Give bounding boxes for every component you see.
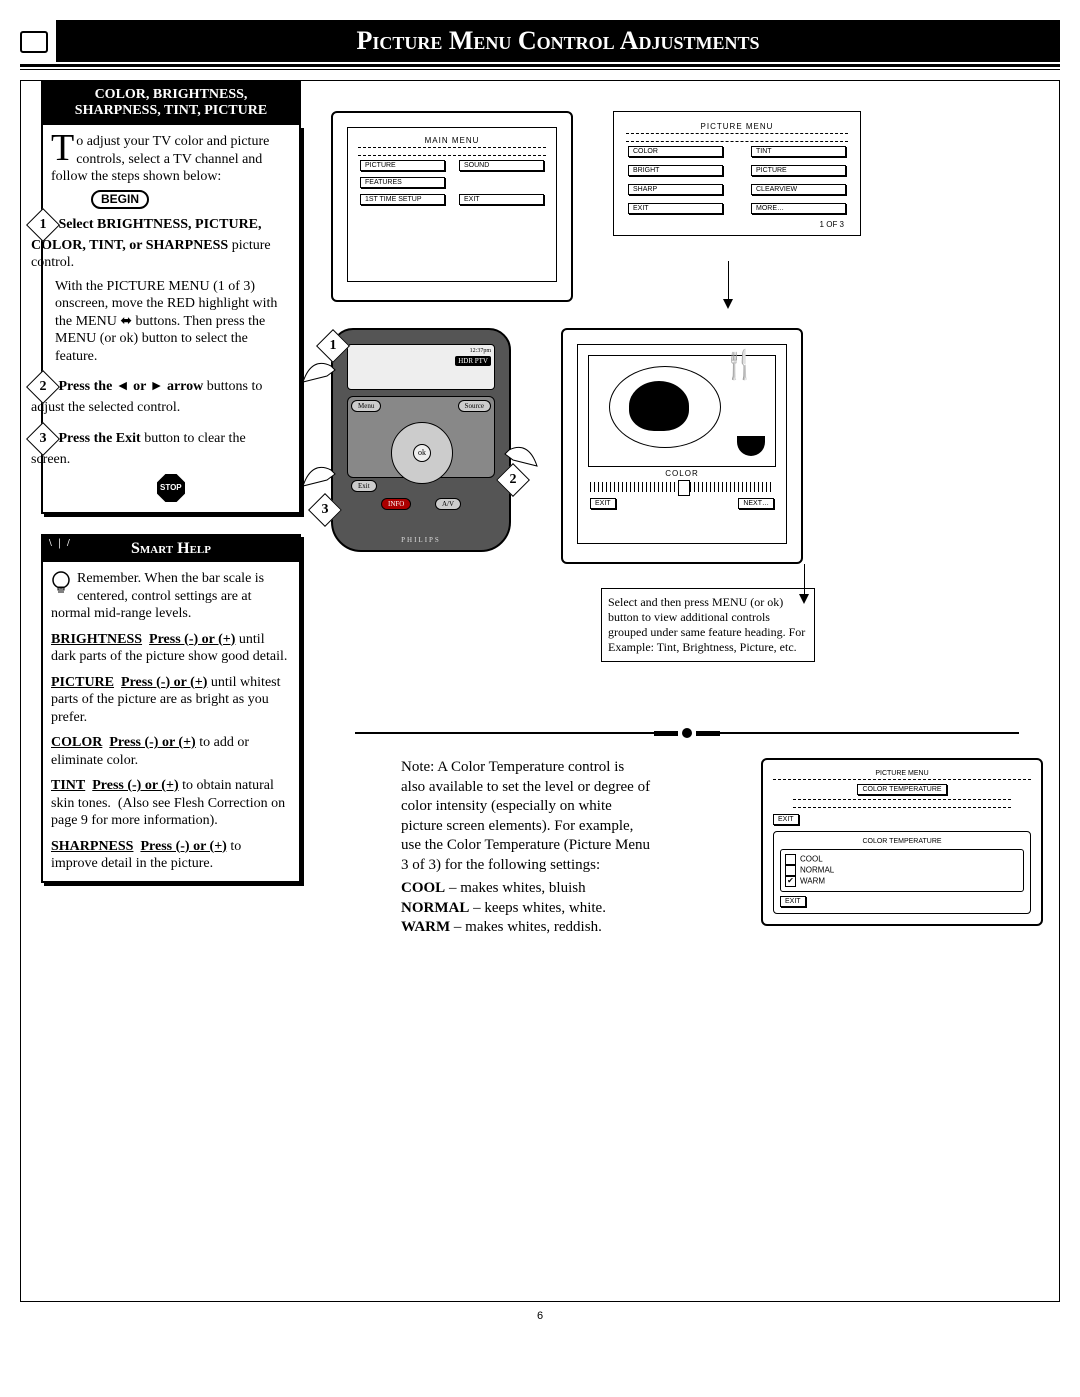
smart-help-title: Smart Help — [131, 540, 211, 557]
remote-source-button[interactable]: Source — [458, 400, 491, 412]
pm-tint: TINT — [751, 146, 846, 157]
callout-box: Select and then press MENU (or ok) butto… — [601, 588, 815, 662]
step-marker-2: 2 — [26, 370, 60, 404]
temp-item: COLOR TEMPERATURE — [857, 784, 946, 795]
pm-sharp: SHARP — [628, 184, 723, 195]
rule-thin — [20, 69, 1060, 70]
main-menu-sound: SOUND — [459, 160, 544, 171]
step-marker-3: 3 — [26, 422, 60, 456]
rule-thick — [20, 64, 1060, 67]
step-3: 3 Press the Exit button to clear the scr… — [31, 427, 271, 469]
temp-submenu-label: COLOR TEMPERATURE — [780, 838, 1024, 845]
opt-warm: ✔WARM — [785, 876, 1019, 887]
smart-help-intro: Remember. When the bar scale is centered… — [51, 571, 264, 621]
tv-main-menu: MAIN MENU PICTURE SOUND FEATURES 1ST TIM… — [331, 111, 573, 302]
remote-info-button[interactable]: INFO — [381, 498, 411, 510]
opt-normal: NORMAL — [785, 865, 1019, 876]
main-menu-label: MAIN MENU — [354, 136, 550, 145]
hand-icon — [301, 458, 341, 488]
picture-menu-label: PICTURE MENU — [622, 122, 852, 131]
main-menu-setup: 1ST TIME SETUP — [360, 194, 445, 205]
temp-menu-label: PICTURE MENU — [773, 770, 1031, 780]
section-divider — [331, 724, 1043, 742]
main-menu-features: FEATURES — [360, 177, 445, 188]
stop-icon — [157, 474, 185, 502]
arrow-line — [728, 261, 729, 301]
def-tint: TINT Press (-) or (+) to obtain natural … — [51, 777, 291, 830]
def-picture: PICTURE Press (-) or (+) until whitest p… — [51, 674, 291, 727]
page-number: 6 — [20, 1310, 1060, 1322]
color-temp-note: Note: A Color Temperature control is als… — [401, 758, 651, 875]
page-title: Picture Menu Control Adjustments — [56, 20, 1060, 62]
picture-menu-panel: PICTURE MENU COLOR TINT BRIGHT PICTURE S… — [613, 111, 861, 236]
pm-clearview: CLEARVIEW — [751, 184, 846, 195]
rays-icon: \ | / — [49, 538, 72, 549]
begin-badge: BEGIN — [91, 190, 149, 209]
pm-color: COLOR — [628, 146, 723, 157]
pm-page: 1 OF 3 — [622, 220, 844, 229]
pm-bright: BRIGHT — [628, 165, 723, 176]
step-1: 1 Select BRIGHTNESS, PICTURE, COLOR, TIN… — [31, 213, 271, 272]
step-1-detail: With the PICTURE MENU (1 of 3) onscreen,… — [55, 278, 291, 366]
def-brightness: BRIGHTNESS Press (-) or (+) Press (-) or… — [51, 631, 291, 666]
remote-dpad[interactable] — [391, 422, 453, 484]
main-menu-exit: EXIT — [459, 194, 544, 205]
color-next: NEXT… — [738, 498, 774, 509]
remote-exit-button[interactable]: Exit — [351, 480, 377, 492]
tv-icon — [20, 31, 48, 53]
color-exit: EXIT — [590, 498, 616, 509]
step-marker-1: 1 — [26, 208, 60, 242]
remote-illustration: 12:37pm HDR PTV Menu Source Exit INFO A/… — [331, 328, 511, 552]
remote-menu-button[interactable]: Menu — [351, 400, 381, 412]
bulb-icon — [51, 570, 71, 598]
sidebar-heading: COLOR, BRIGHTNESS, SHARPNESS, TINT, PICT… — [41, 81, 301, 125]
remote-brand: PHILIPS — [333, 536, 509, 544]
hand-icon — [499, 438, 539, 468]
pm-more: MORE… — [751, 203, 846, 214]
temp-exit1: EXIT — [773, 814, 799, 825]
color-temp-panel: PICTURE MENU COLOR TEMPERATURE EXIT COLO… — [761, 758, 1043, 926]
def-color: COLOR Press (-) or (+) to add or elimina… — [51, 734, 291, 769]
smart-help-box: \ | / Smart Help Remember. When the bar … — [41, 534, 301, 883]
opt-cool: COOL — [785, 854, 1019, 865]
sidebar-box: COLOR, BRIGHTNESS, SHARPNESS, TINT, PICT… — [41, 81, 301, 514]
temp-exit2: EXIT — [780, 896, 806, 907]
remote-clock: 12:37pm — [351, 348, 491, 354]
step-2: 2 Press the ◄ or ► arrow buttons to adju… — [31, 375, 271, 417]
sample-picture: 🍴 — [588, 355, 776, 467]
pm-exit: EXIT — [628, 203, 723, 214]
arrow-down-icon — [723, 299, 733, 309]
remote-av-button[interactable]: A/V — [435, 498, 461, 510]
intro-text: T o adjust your TV color and picture con… — [51, 133, 291, 186]
def-sharpness: SHARPNESS Press (-) or (+) to improve de… — [51, 838, 291, 873]
tv-color-adjust: 🍴 COLOR EXIT NEXT… — [561, 328, 803, 564]
fork-icon: 🍴 — [722, 348, 757, 381]
color-slider — [590, 482, 774, 492]
remote-mode: HDR PTV — [455, 356, 491, 366]
color-adjust-label: COLOR — [584, 469, 780, 478]
main-menu-picture: PICTURE — [360, 160, 445, 171]
pm-picture: PICTURE — [751, 165, 846, 176]
